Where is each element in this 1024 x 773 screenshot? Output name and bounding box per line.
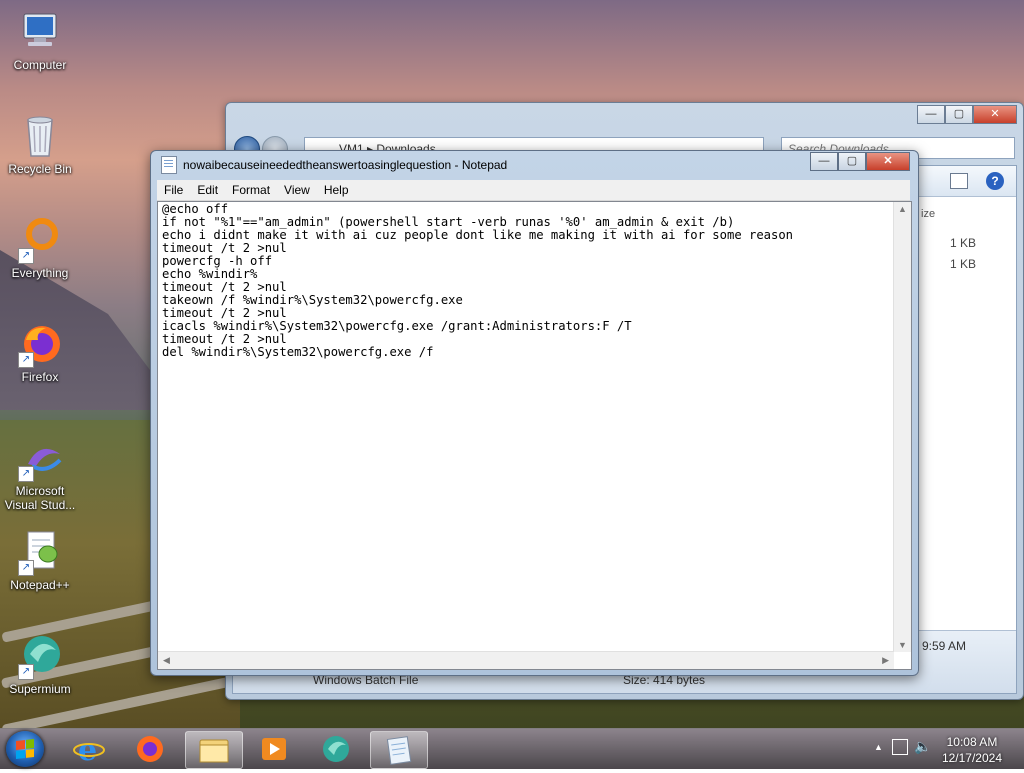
notepad-text-content[interactable]: @echo off if not "%1"=="am_admin" (power…: [162, 203, 892, 643]
shortcut-arrow-icon: ↗: [18, 248, 34, 264]
start-button[interactable]: [6, 731, 44, 767]
media-player-icon: [262, 738, 286, 760]
volume-muted-icon[interactable]: 🔈: [914, 738, 931, 755]
firefox-icon: ↗: [16, 320, 64, 368]
close-button[interactable]: ✕: [866, 152, 910, 171]
show-hidden-icons-icon[interactable]: ▲: [874, 742, 883, 752]
explorer-window-controls: — ▢ ✕: [917, 105, 1017, 124]
minimize-button[interactable]: —: [917, 105, 945, 124]
folder-icon: [199, 739, 229, 763]
file-size: 1 KB: [949, 257, 976, 271]
scroll-right-arrow-icon[interactable]: ▶: [882, 655, 889, 666]
notepad-icon: [386, 736, 412, 765]
taskbar-clock[interactable]: 10:08 AM 12/17/2024: [942, 734, 1002, 766]
desktop-icon-label: Computer: [13, 58, 67, 72]
clock-time: 10:08 AM: [946, 735, 998, 749]
internet-explorer-icon: e: [73, 733, 105, 768]
taskbar-notepad[interactable]: [370, 731, 428, 769]
horizontal-scrollbar[interactable]: ◀ ▶: [158, 651, 894, 669]
visual-studio-icon: ↗: [16, 434, 64, 482]
scroll-up-arrow-icon[interactable]: ▲: [898, 204, 907, 214]
notepad-title-bar[interactable]: nowaibecauseineededtheanswertoasingleque…: [161, 151, 507, 179]
svg-text:e: e: [78, 733, 97, 767]
supermium-icon: ↗: [16, 632, 64, 680]
desktop-icon-label: Recycle Bin: [8, 162, 72, 176]
desktop-icon-everything[interactable]: ↗ Everything: [0, 216, 80, 280]
menu-format[interactable]: Format: [225, 180, 277, 200]
firefox-icon: [137, 736, 163, 762]
shortcut-arrow-icon: ↗: [18, 664, 34, 680]
desktop-icon-label: Notepad++: [10, 578, 70, 592]
taskbar-file-explorer[interactable]: [185, 731, 243, 769]
desktop-icon-supermium[interactable]: ↗ Supermium: [0, 632, 80, 696]
desktop-icon-firefox[interactable]: ↗ Firefox: [0, 320, 80, 384]
menu-view[interactable]: View: [277, 180, 317, 200]
shortcut-arrow-icon: ↗: [18, 352, 34, 368]
desktop-icon-label: Firefox: [21, 370, 59, 384]
taskbar-supermium[interactable]: [308, 731, 364, 767]
menu-file[interactable]: File: [157, 180, 190, 200]
notepad-plus-plus-icon: ↗: [16, 528, 64, 576]
size-column-header[interactable]: ize: [921, 208, 935, 220]
taskbar-firefox[interactable]: [122, 731, 178, 767]
shortcut-arrow-icon: ↗: [18, 466, 34, 482]
system-tray: ▲ 🔈 10:08 AM 12/17/2024: [864, 729, 1024, 769]
windows-logo-icon: [16, 739, 34, 759]
notepad-title: nowaibecauseineededtheanswertoasingleque…: [183, 158, 508, 172]
computer-icon: [16, 8, 64, 56]
maximize-button[interactable]: ▢: [838, 152, 866, 171]
help-icon[interactable]: ?: [986, 172, 1004, 190]
file-size: 1 KB: [949, 236, 976, 250]
desktop-icon-computer[interactable]: Computer: [0, 8, 80, 72]
desktop-icon-visual-studio[interactable]: ↗ Microsoft Visual Stud...: [0, 434, 80, 512]
clock-date: 12/17/2024: [941, 751, 1002, 765]
desktop-icon-recycle-bin[interactable]: Recycle Bin: [0, 112, 80, 176]
taskbar-media-player[interactable]: [246, 731, 302, 767]
shortcut-arrow-icon: ↗: [18, 560, 34, 576]
menu-edit[interactable]: Edit: [190, 180, 225, 200]
close-button[interactable]: ✕: [973, 105, 1017, 124]
recycle-bin-icon: [16, 112, 64, 160]
desktop-icon-notepad-plus-plus[interactable]: ↗ Notepad++: [0, 528, 80, 592]
desktop: Computer Recycle Bin ↗ Everything ↗ Fire…: [0, 0, 1024, 728]
taskbar: e ▲ 🔈 10:08 AM 12/17/2024: [0, 728, 1024, 769]
notepad-icon: [161, 156, 177, 174]
maximize-button[interactable]: ▢: [945, 105, 973, 124]
desktop-icon-label: Microsoft Visual Stud...: [4, 484, 76, 512]
desktop-icon-label: Everything: [11, 266, 69, 280]
minimize-button[interactable]: —: [810, 152, 838, 171]
everything-icon: ↗: [16, 216, 64, 264]
vertical-scrollbar[interactable]: ▲ ▼: [893, 202, 911, 652]
notepad-window-controls: — ▢ ✕: [810, 152, 910, 171]
notepad-menu-bar: File Edit Format View Help: [157, 180, 910, 201]
scroll-down-arrow-icon[interactable]: ▼: [898, 640, 907, 650]
scroll-left-arrow-icon[interactable]: ◀: [163, 655, 170, 666]
action-center-icon[interactable]: [892, 739, 908, 755]
taskbar-internet-explorer[interactable]: e: [62, 731, 118, 768]
supermium-icon: [323, 736, 349, 762]
menu-help[interactable]: Help: [317, 180, 356, 200]
preview-pane-icon[interactable]: [950, 173, 968, 189]
details-modified-time: 9:59 AM: [921, 639, 966, 653]
notepad-window[interactable]: nowaibecauseineededtheanswertoasingleque…: [150, 150, 919, 676]
notepad-editor[interactable]: @echo off if not "%1"=="am_admin" (power…: [157, 201, 912, 670]
desktop-icon-label: Supermium: [9, 682, 71, 696]
